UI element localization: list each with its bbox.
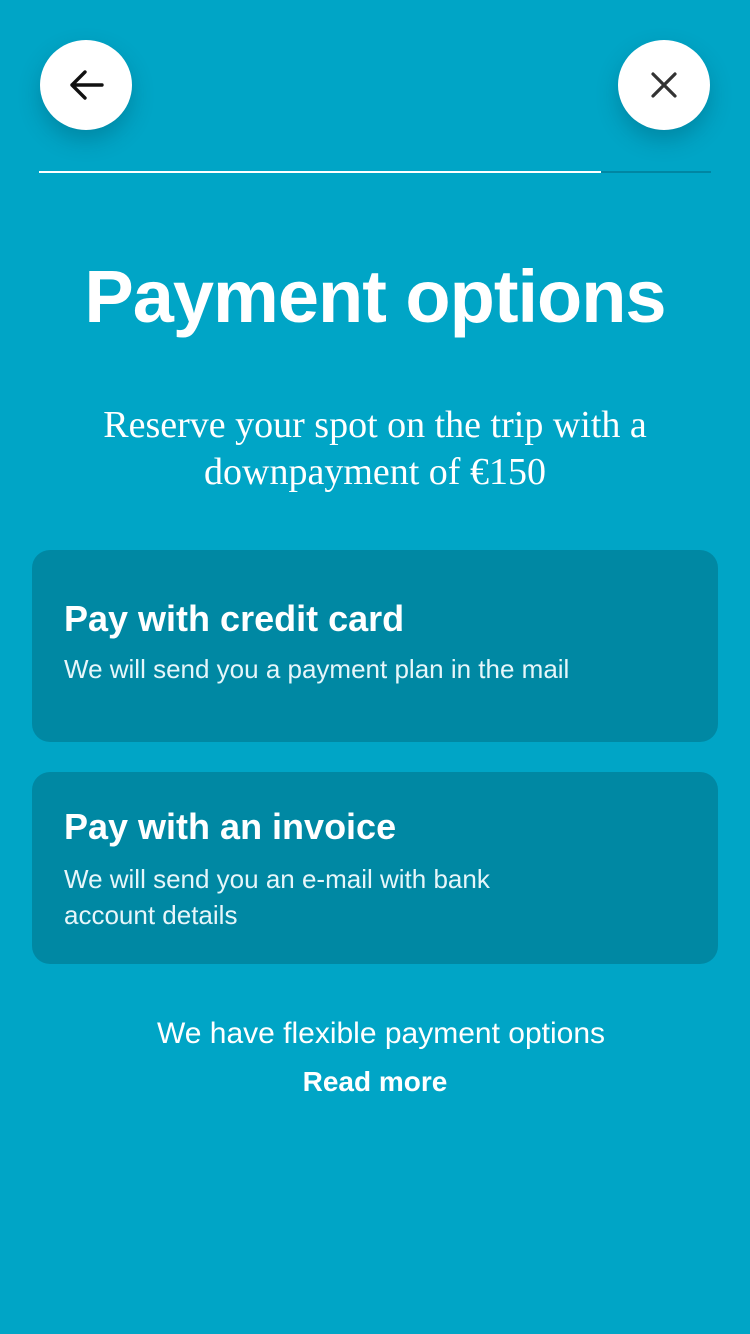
progress-bar — [39, 171, 711, 173]
pay-with-credit-card-option[interactable]: Pay with credit card We will send you a … — [32, 550, 718, 742]
option-title: Pay with an invoice — [64, 806, 397, 847]
page-title: Payment options — [84, 255, 666, 338]
pay-with-invoice-option[interactable]: Pay with an invoice We will send you an … — [32, 772, 718, 964]
read-more-link[interactable]: Read more — [0, 1064, 750, 1100]
flexible-payment-info: We have flexible payment options — [156, 1017, 606, 1050]
progress-bar-fill — [39, 171, 601, 173]
close-button[interactable] — [618, 40, 710, 130]
option-description: We will send you a payment plan in the m… — [64, 654, 570, 684]
back-button[interactable] — [40, 40, 132, 130]
option-description: We will send you an e-mail with bank acc… — [64, 864, 490, 930]
close-icon — [651, 72, 677, 98]
arrow-left-icon — [68, 69, 104, 101]
option-title: Pay with credit card — [64, 598, 405, 639]
downpayment-subtitle: Reserve your spot on the trip with a dow… — [103, 404, 647, 493]
